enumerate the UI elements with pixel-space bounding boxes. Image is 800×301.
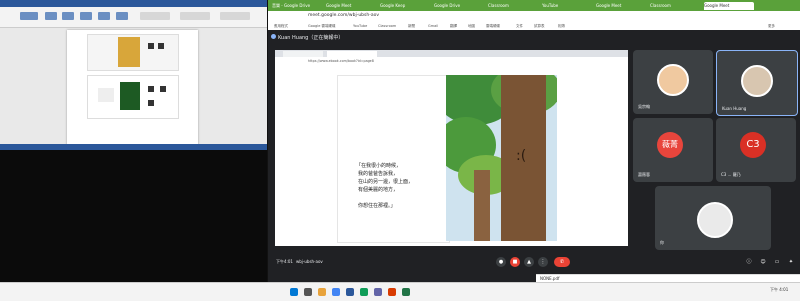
url-text[interactable]: meet.google.com/wbj-ubsh-aov: [308, 13, 379, 18]
windows-taskbar: [0, 282, 800, 301]
start-icon[interactable]: [290, 288, 298, 296]
tab-3[interactable]: Google Drive: [434, 2, 484, 10]
bookmark-item[interactable]: Google 雲端硬碟: [308, 24, 335, 29]
tree-illustration: :(: [446, 75, 557, 241]
bookmark-item[interactable]: 應用程式: [274, 24, 288, 29]
chrome-window: 音樂 - Google Drive Google Meet Google Kee…: [268, 0, 800, 282]
chat-icon[interactable]: ▭: [772, 257, 782, 267]
file-explorer-icon[interactable]: [318, 288, 326, 296]
teams-icon[interactable]: [374, 288, 382, 296]
story-line: 你想住在那裡。」: [358, 203, 396, 209]
word-ribbon[interactable]: [0, 7, 267, 28]
bookmark-item[interactable]: 新聞: [408, 24, 415, 29]
mic-icon[interactable]: ●: [496, 257, 506, 267]
word-document-page[interactable]: [67, 30, 198, 145]
participant-name: 蕭薇蓉: [638, 172, 650, 177]
story-line: 「在我很小的時候，: [356, 163, 402, 169]
story-text-page: 「在我很小的時候， 我的爸爸告訴我， 在山的另一邊，很上面， 有個美麗的地方， …: [337, 75, 450, 243]
bookmark-item[interactable]: Gmail: [428, 24, 438, 28]
meet-icon[interactable]: [360, 288, 368, 296]
participant-tile[interactable]: 吳宗翰: [633, 50, 713, 114]
participant-tile[interactable]: C3 C3 ... 羅乃: [716, 118, 796, 182]
tab-active[interactable]: Google Meet: [704, 2, 754, 10]
word-window: [0, 0, 267, 150]
story-line: 有個美麗的地方，: [358, 187, 399, 193]
activities-icon[interactable]: ✦: [786, 257, 796, 267]
download-file[interactable]: NONE.pdf: [540, 276, 559, 281]
tab-strip: 音樂 - Google Drive Google Meet Google Kee…: [268, 0, 800, 11]
tab-4[interactable]: Classroom: [488, 2, 538, 10]
avatar: [697, 202, 733, 238]
present-icon[interactable]: ▲: [524, 257, 534, 267]
word-titlebar: [0, 0, 267, 7]
meeting-time: 下午4:01: [276, 259, 293, 264]
search-icon[interactable]: [304, 288, 312, 296]
powerpoint-icon[interactable]: [388, 288, 396, 296]
presenting-icon: [271, 34, 276, 39]
participant-name: 你: [660, 240, 664, 245]
meeting-code: wbj-ubsh-aov: [296, 259, 323, 264]
story-line: 在山的另一邊，很上面，: [358, 179, 414, 185]
tab-2[interactable]: Google Keep: [380, 2, 430, 10]
participant-name: C3 ... 羅乃: [721, 172, 741, 177]
people-icon[interactable]: ☺: [758, 257, 768, 267]
tab-1[interactable]: Google Meet: [326, 2, 376, 10]
participant-initial: 薇菁: [657, 132, 683, 158]
svg-text::(: :(: [516, 148, 526, 164]
chrome-icon[interactable]: [332, 288, 340, 296]
excel-icon[interactable]: [402, 288, 410, 296]
more-options-icon[interactable]: ⋮: [538, 257, 548, 267]
presenter-title: Kuan Huang（正在簡報中）: [278, 35, 344, 41]
tab-0[interactable]: 音樂 - Google Drive: [272, 2, 322, 10]
avatar: [741, 65, 773, 97]
bookmark-item[interactable]: 文件: [516, 24, 523, 29]
bookmark-item[interactable]: 更多: [768, 24, 775, 29]
bookmark-item[interactable]: 地圖: [468, 24, 475, 29]
bookmark-item[interactable]: Classroom: [378, 24, 396, 28]
participant-tile[interactable]: Kuan Huang: [716, 50, 798, 116]
taskbar-clock: 下午 4:01: [770, 287, 789, 292]
info-icon[interactable]: ⓘ: [744, 257, 754, 267]
participant-initial: C3: [740, 132, 766, 158]
avatar: [657, 64, 689, 96]
story-line: 我的爸爸告訴我，: [358, 171, 399, 177]
shared-tab-strip: [275, 50, 628, 57]
bookmark-item[interactable]: 相簿: [558, 24, 565, 29]
participant-name: 吳宗翰: [638, 104, 650, 109]
bookmark-item[interactable]: YouTube: [353, 24, 367, 28]
tab-6[interactable]: Google Meet: [596, 2, 646, 10]
leave-call-button[interactable]: ✆: [554, 257, 570, 267]
tab-7[interactable]: Classroom: [650, 2, 700, 10]
empty-desktop-area: [0, 150, 267, 282]
bookmark-item[interactable]: 雲端硬碟: [486, 24, 500, 29]
self-tile[interactable]: 你: [655, 186, 771, 250]
shared-url-text: https://www.ebook.com/book?id=page8: [308, 59, 374, 63]
bookmark-item[interactable]: 翻譯: [450, 24, 457, 29]
bookmark-item[interactable]: 試算表: [534, 24, 545, 29]
camera-off-icon[interactable]: ■: [510, 257, 520, 267]
word-icon[interactable]: [346, 288, 354, 296]
tab-5[interactable]: YouTube: [542, 2, 592, 10]
download-bar: NONE.pdf: [536, 274, 800, 282]
participant-tile[interactable]: 薇菁 蕭薇蓉: [633, 118, 713, 182]
participant-name: Kuan Huang: [722, 106, 747, 111]
meet-header: [268, 30, 800, 44]
